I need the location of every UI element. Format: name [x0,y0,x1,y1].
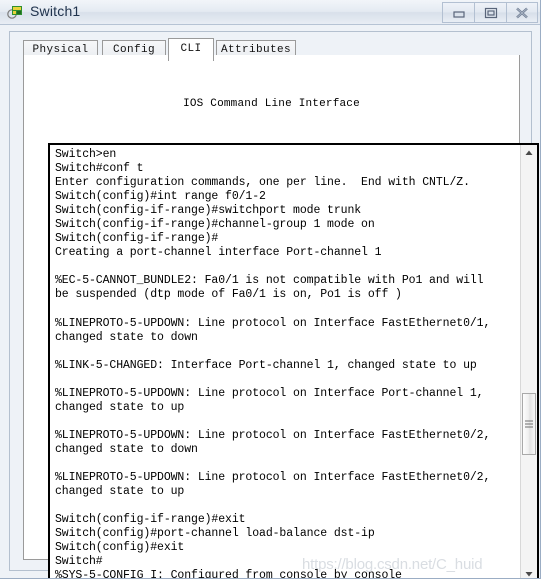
terminal-line: Switch# [55,555,103,569]
window-controls [442,2,538,23]
close-button[interactable] [506,2,538,23]
content-panel: Physical Config CLI Attributes IOS Comma… [9,31,539,578]
terminal-line: Enter configuration commands, one per li… [55,176,470,190]
terminal-line: %LINEPROTO-5-UPDOWN: Line protocol on In… [55,428,491,442]
scrollbar-thumb[interactable] [522,393,536,455]
cli-pane: IOS Command Line Interface Switch>en Swit… [23,55,539,578]
terminal-scrollbar[interactable] [520,145,537,578]
scroll-down-button[interactable] [521,566,537,578]
terminal-line: changed state to up [55,485,185,499]
terminal-line: Switch(config-if-range)#exit [55,513,246,527]
terminal-line: changed state to down [55,442,198,456]
terminal-line: Switch(config-if-range)#channel-group 1 … [55,218,375,232]
window-title: Switch1 [30,3,81,19]
terminal-line: Switch(config-if-range)#switchport mode … [55,204,362,218]
switch-device-icon [7,4,24,21]
minimize-button[interactable] [442,2,474,23]
terminal-line: Switch(config)#exit [55,541,185,555]
terminal-line: Creating a port-channel interface Port-c… [55,246,382,260]
terminal-line: %LINEPROTO-5-UPDOWN: Line protocol on In… [55,316,491,330]
terminal-line: Switch(config-if-range)# [55,232,219,246]
terminal-line: %LINK-5-CHANGED: Interface Port-channel … [55,358,477,372]
terminal-line: changed state to up [55,400,185,414]
restore-button[interactable] [474,2,506,23]
terminal-output[interactable]: Switch>en Switch#conf t Enter configuratio… [48,143,539,579]
title-bar: Switch1 [0,0,540,25]
terminal-line: be suspended (dtp mode of Fa0/1 is on, P… [55,288,402,302]
terminal-line: Switch(config)#int range f0/1-2 [55,190,266,204]
terminal-text: Switch>en Switch#conf t Enter configuratio… [55,148,515,579]
terminal-line: %SYS-5-CONFIG_I: Configured from console… [55,569,402,579]
terminal-line: Switch(config)#port-channel load-balance… [55,527,375,541]
terminal-line: Switch>en [55,148,117,161]
terminal-line: changed state to down [55,330,198,344]
cli-heading: IOS Command Line Interface [183,98,360,110]
terminal-line: %EC-5-CANNOT_BUNDLE2: Fa0/1 is not compa… [55,274,484,288]
terminal-line: %LINEPROTO-5-UPDOWN: Line protocol on In… [55,471,491,485]
terminal-line: %LINEPROTO-5-UPDOWN: Line protocol on In… [55,386,484,400]
tab-cli[interactable]: CLI [168,38,214,61]
scrollbar-grip-icon [525,419,533,430]
terminal-line: Switch#conf t [55,162,144,176]
device-window: Switch1 Physical Config CLI Attributes I… [0,0,541,579]
scroll-up-button[interactable] [521,145,537,161]
